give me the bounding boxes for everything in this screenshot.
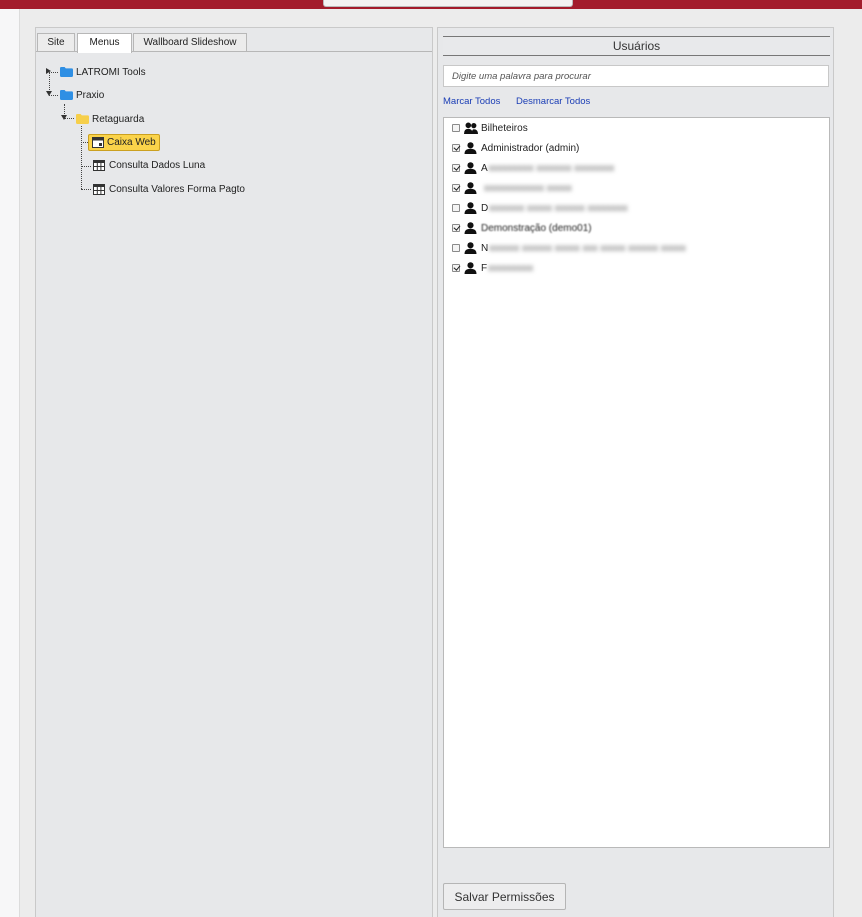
tree-connector (81, 142, 88, 143)
user-checkbox[interactable] (452, 244, 460, 252)
user-checkbox[interactable] (452, 224, 460, 232)
user-checkbox[interactable] (452, 184, 460, 192)
user-list: Bilheteiros Administrador (admin) A xxxx… (443, 117, 830, 848)
table-icon (93, 183, 105, 195)
tree-node-retaguarda[interactable]: Retaguarda (76, 110, 144, 128)
tab-menus[interactable]: Menus (77, 33, 132, 53)
tree-node-label: Caixa Web (107, 136, 156, 148)
user-name: Bilheteiros (481, 122, 528, 134)
tab-wallboard-slideshow[interactable]: Wallboard Slideshow (133, 33, 247, 51)
deselect-all-link[interactable]: Desmarcar Todos (516, 96, 590, 107)
folder-icon (60, 67, 73, 77)
user-name: Administrador (admin) (481, 142, 580, 154)
top-bar (0, 0, 862, 9)
user-name: F (481, 262, 488, 274)
user-checkbox[interactable] (452, 204, 460, 212)
user-name: N (481, 242, 489, 254)
user-row-f[interactable]: F xxxxxxxxx (452, 260, 533, 276)
user-icon (464, 222, 478, 235)
tree-connector (81, 189, 91, 190)
tree-node-label: Retaguarda (92, 113, 145, 125)
user-checkbox[interactable] (452, 124, 460, 132)
users-panel: Usuários Marcar Todos Desmarcar Todos Bi… (437, 27, 834, 917)
folder-icon (60, 90, 73, 100)
save-permissions-button[interactable]: Salvar Permissões (443, 883, 566, 910)
user-row-d[interactable]: D xxxxxxx xxxxx xxxxxx xxxxxxxx (452, 200, 628, 216)
user-checkbox[interactable] (452, 264, 460, 272)
selected-node[interactable]: Caixa Web (88, 133, 160, 151)
user-search-input[interactable] (443, 65, 829, 87)
select-all-link[interactable]: Marcar Todos (443, 96, 500, 107)
table-icon (93, 159, 105, 171)
tree-node-label: Consulta Valores Forma Pagto (109, 183, 245, 195)
top-bar-tab[interactable] (323, 0, 573, 7)
users-panel-title: Usuários (443, 36, 830, 56)
tree-node-latromi-tools[interactable]: LATROMI Tools (60, 63, 146, 81)
tree-node-label: LATROMI Tools (76, 66, 146, 78)
tree-node-caixa-web[interactable]: Caixa Web (88, 131, 160, 153)
tree-node-consulta-valores-forma-pagto[interactable]: Consulta Valores Forma Pagto (93, 180, 245, 198)
tab-bar: Site Menus Wallboard Slideshow (36, 31, 432, 53)
user-checkbox[interactable] (452, 164, 460, 172)
folder-icon (76, 114, 89, 124)
user-icon (464, 242, 478, 255)
user-row-bilheteiros[interactable]: Bilheteiros (452, 120, 528, 136)
tree-node-praxio[interactable]: Praxio (60, 86, 104, 104)
user-row-a[interactable]: A xxxxxxxxx xxxxxxx xxxxxxxx (452, 160, 614, 176)
user-icon (464, 202, 478, 215)
redacted-text: xxxxxxxxxxxx xxxxx (484, 182, 572, 194)
tree-node-label: Consulta Dados Luna (109, 159, 206, 171)
redacted-text: xxxxxx xxxxxx xxxxx xxx xxxxx xxxxxx xxx… (489, 242, 686, 254)
user-row-n[interactable]: N xxxxxx xxxxxx xxxxx xxx xxxxx xxxxxx x… (452, 240, 686, 256)
redacted-text: xxxxxxxxx xxxxxxx xxxxxxxx (488, 162, 615, 174)
tab-site[interactable]: Site (37, 33, 75, 51)
tree-node-label: Praxio (76, 89, 105, 101)
menus-panel: Site Menus Wallboard Slideshow LATROMI T… (35, 27, 433, 917)
users-group-icon (464, 122, 478, 135)
user-icon (464, 262, 478, 275)
collapse-arrow-icon[interactable] (46, 91, 52, 96)
tree-connector (81, 126, 82, 189)
collapse-arrow-icon[interactable] (61, 115, 67, 120)
tree-node-consulta-dados-luna[interactable]: Consulta Dados Luna (93, 156, 205, 174)
user-row-demonstracao[interactable]: Demonstração (demo01) (452, 220, 592, 236)
user-row-administrador[interactable]: Administrador (admin) (452, 140, 579, 156)
user-name: D (481, 202, 489, 214)
window-icon (92, 136, 104, 148)
user-name: A (481, 162, 488, 174)
user-checkbox[interactable] (452, 144, 460, 152)
redacted-text: xxxxxxx xxxxx xxxxxx xxxxxxxx (489, 202, 628, 214)
user-icon (464, 142, 478, 155)
user-icon (464, 182, 478, 195)
user-icon (464, 162, 478, 175)
user-row-redacted[interactable]: xxxxxxxxxxxx xxxxx (452, 180, 572, 196)
expand-arrow-icon[interactable] (46, 68, 51, 74)
tree-connector (81, 166, 91, 167)
redacted-text: xxxxxxxxx (488, 262, 534, 274)
user-name: Demonstração (demo01) (481, 222, 592, 234)
